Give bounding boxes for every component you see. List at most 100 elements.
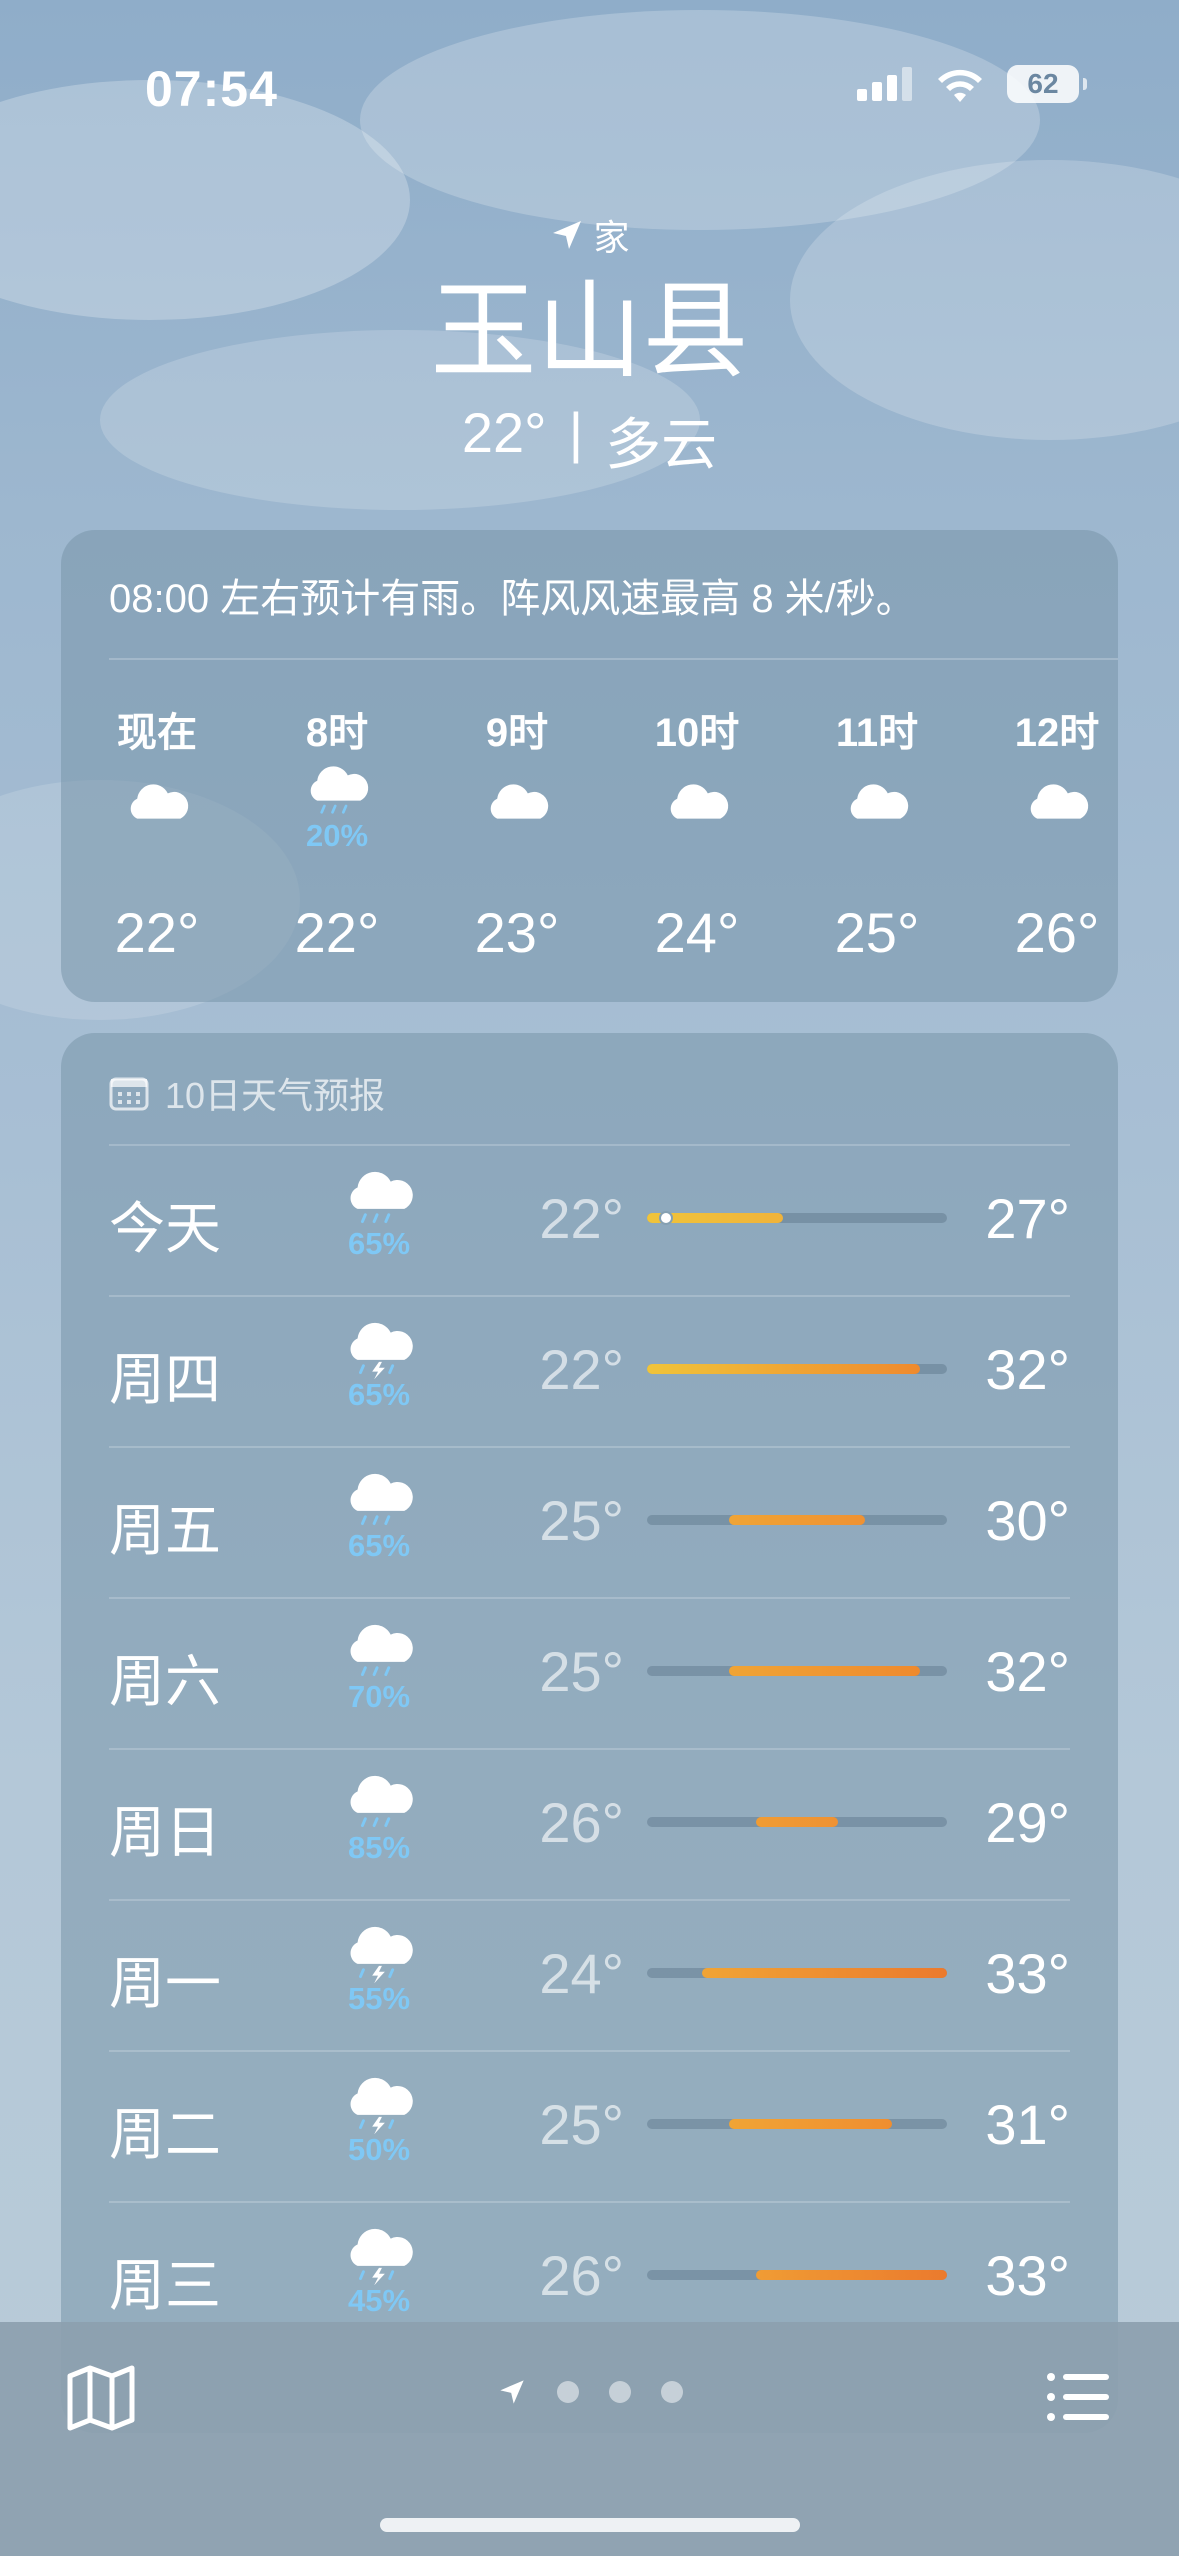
low-temp: 25° [539,2093,624,2156]
hourly-item: 现在 22° [87,700,227,964]
daily-forecast-card[interactable]: 10日天气预报 今天 65% 22° 27° 周四 65% 22° 32° 周五 65% 25° 30… [61,1033,1118,2433]
temp-range-bar [647,1211,947,1225]
temp-range-fill [756,1817,838,1827]
temp-range-fill [728,1515,866,1525]
hour-temp: 26° [1014,901,1100,964]
hour-temp: 24° [654,901,740,964]
current-condition: 多云 [605,413,718,476]
hourly-item: 12时 26° [987,700,1118,964]
cloud-rain-icon [350,1775,413,1828]
home-indicator[interactable] [380,2518,800,2532]
page-dot[interactable] [660,2381,683,2403]
hour-temp: 22° [294,901,380,964]
cloud-bolt-icon [350,2077,413,2135]
temp-range-bar [647,1515,947,1525]
high-temp: 33° [985,1942,1070,2005]
current-temp: 22° [461,401,547,464]
cloud-bolt-icon [350,1322,413,1380]
temp-range-bar [647,2270,947,2280]
cloud-icon [670,784,729,819]
page-dot[interactable] [556,2381,579,2403]
separator: | [568,401,584,464]
high-temp: 31° [985,2093,1070,2156]
daily-row[interactable]: 周四 65% 22° 32° [109,1295,1070,1446]
hourly-item: 9时 23° [447,700,587,964]
temp-range-bar [647,2119,947,2129]
daily-row[interactable]: 周二 50% 25° 31° [109,2050,1070,2201]
hour-label: 10时 [654,711,740,755]
low-temp: 22° [539,1187,624,1250]
low-temp: 26° [539,1791,624,1854]
precip-chance: 50% [347,2132,411,2168]
status-time: 07:54 [145,61,278,117]
cloud-rain-icon [350,1624,413,1677]
daily-row[interactable]: 今天 65% 22° 27° [109,1144,1070,1295]
precip-chance: 85% [347,1830,411,1866]
hourly-list[interactable]: 现在 22° 8时 20% 22° 9时 23° 10时 24° 11时 25° 12时 26° [109,700,1118,980]
temp-range-fill [756,2270,947,2280]
divider [109,1446,1070,1448]
low-temp: 25° [539,1640,624,1703]
cloud-bolt-icon [350,2228,413,2286]
location-arrow-icon [499,2380,524,2404]
temp-range-bar [647,1666,947,1676]
temp-range-bar [647,1364,947,1374]
low-temp: 25° [539,1489,624,1552]
list-icon[interactable] [1043,2362,1113,2432]
daily-row[interactable]: 周五 65% 25° 30° [109,1446,1070,1597]
hourly-item: 11时 25° [807,700,947,964]
calendar-icon [109,1077,149,1111]
bottom-toolbar [0,2322,1179,2556]
day-name: 周六 [109,1650,221,1713]
daily-title: 10日天气预报 [165,1075,386,1116]
hour-label: 9时 [485,711,549,755]
divider [109,2201,1070,2203]
daily-row[interactable]: 周日 85% 26° 29° [109,1748,1070,1899]
low-temp: 24° [539,1942,624,2005]
cloud-icon [490,784,549,819]
day-name: 周五 [109,1499,221,1562]
wifi-icon [938,69,982,102]
high-temp: 30° [985,1489,1070,1552]
page-indicator[interactable] [0,2377,1179,2407]
hour-temp: 23° [474,901,560,964]
low-temp: 26° [539,2244,624,2307]
page-dot[interactable] [608,2381,631,2403]
precip-chance: 65% [347,1377,411,1413]
hourly-item: 10时 24° [627,700,767,964]
battery-indicator: 62 [1007,65,1087,103]
high-temp: 27° [985,1187,1070,1250]
precip-chance: 70% [347,1679,411,1715]
temp-range-fill [647,1364,920,1374]
cloud-rain-icon [310,766,369,814]
current-temp-dot [659,1211,673,1225]
divider [109,1144,1070,1146]
city-name: 玉山县 [430,273,749,391]
temp-range-fill [728,2119,893,2129]
cloud-icon [1030,784,1089,819]
hour-label: 11时 [835,711,919,755]
cloud-bolt-icon [350,1926,413,1984]
hourly-summary: 08:00 左右预计有雨。阵风风速最高 8 米/秒。 [109,577,916,621]
daily-row[interactable]: 周一 55% 24° 33° [109,1899,1070,2050]
precip-chance: 65% [347,1528,411,1564]
day-name: 周三 [109,2254,221,2317]
hour-label: 现在 [117,711,197,755]
hourly-forecast-card[interactable]: 08:00 左右预计有雨。阵风风速最高 8 米/秒。 现在 22° 8时 20% 22°… [61,530,1118,1002]
temp-range-fill [701,1968,947,1978]
cloud-icon [130,784,189,819]
hour-label: 12时 [1014,711,1100,755]
precip-chance: 45% [347,2283,411,2319]
day-name: 周日 [109,1801,221,1864]
daily-row[interactable]: 周六 70% 25° 32° [109,1597,1070,1748]
low-temp: 22° [539,1338,624,1401]
day-name: 周一 [109,1952,221,2015]
location-arrow-icon [553,221,582,249]
hourly-item: 8时 20% 22° [267,700,407,964]
precip-chance: 65% [347,1226,411,1262]
precip-chance: 20% [305,818,369,854]
temp-range-bar [647,1817,947,1827]
high-temp: 29° [985,1791,1070,1854]
status-bar: 07:54 62 [0,60,1179,120]
high-temp: 32° [985,1338,1070,1401]
